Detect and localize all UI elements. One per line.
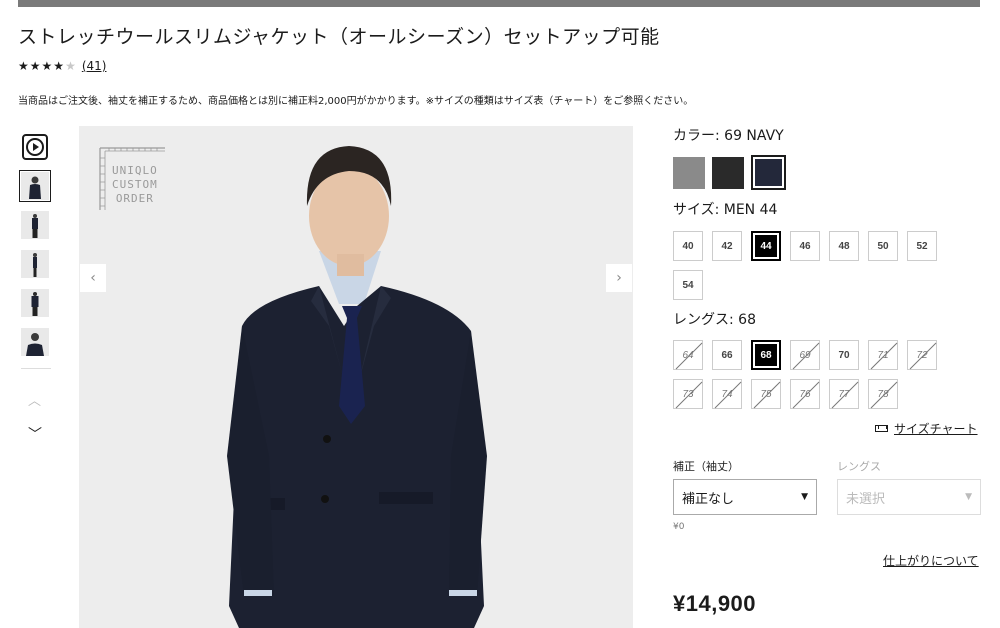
length-alteration-label: レングス [837,460,881,473]
length-option-74[interactable]: 74 [712,379,742,409]
thumbnail-front[interactable] [19,170,51,202]
thumbnail-image [21,250,49,278]
color-swatch-navy[interactable] [751,155,786,190]
thumbnail-image [21,328,49,356]
star-icon: ★ [53,59,65,73]
thumbnail-closeup[interactable] [19,326,51,358]
thumbnail-up-icon[interactable]: ︿ [28,390,41,409]
size-option-52[interactable]: 52 [907,231,937,261]
length-option-73[interactable]: 73 [673,379,703,409]
video-thumbnail[interactable] [19,131,51,163]
length-option-68[interactable]: 68 [751,340,781,370]
chevron-down-icon: ▼ [965,492,972,502]
product-title: ストレッチウールスリムジャケット（オールシーズン）セットアップ可能 [18,26,660,48]
rating: ★★★★★ (41) [18,59,106,73]
length-option-72[interactable]: 72 [907,340,937,370]
length-option-71[interactable]: 71 [868,340,898,370]
main-product-image: UNIQLO CUSTOM ORDER [79,126,633,628]
size-label: サイズ: MEN 44 [673,202,778,218]
length-alteration-value: 未選択 [846,491,886,507]
length-option-69[interactable]: 69 [790,340,820,370]
length-option-66[interactable]: 66 [712,340,742,370]
size-option-48[interactable]: 48 [829,231,859,261]
size-option-50[interactable]: 50 [868,231,898,261]
thumbnail-image [21,289,49,317]
ruler-icon [875,425,888,432]
star-icon: ★ [29,59,41,73]
size-option-40[interactable]: 40 [673,231,703,261]
color-swatch-gray[interactable] [673,157,705,189]
thumbnail-image [21,211,49,239]
length-option-64[interactable]: 64 [673,340,703,370]
thumbnail-full-front[interactable] [19,209,51,241]
thumbnail-back[interactable] [19,287,51,319]
star-icon: ★ [18,59,29,73]
prev-image-button[interactable]: ‹ [80,264,106,292]
alteration-fee: ¥0 [673,522,685,532]
size-option-42[interactable]: 42 [712,231,742,261]
play-icon [22,134,48,160]
thumbnail-image [21,172,49,200]
alteration-notice: 当商品はご注文後、袖丈を補正するため、商品価格とは別に補正料2,000円がかかり… [18,96,694,107]
rating-stars: ★★★★★ [18,59,77,73]
length-option-77[interactable]: 77 [829,379,859,409]
sleeve-alteration-label: 補正（袖丈） [673,460,739,473]
size-chart-label: サイズチャート [894,422,978,436]
thumbnail-side[interactable] [19,248,51,280]
length-alteration-select[interactable]: 未選択 ▼ [837,479,981,515]
color-swatch-black[interactable] [712,157,744,189]
price: ¥14,900 [673,591,757,616]
chevron-down-icon: ▼ [801,492,808,502]
color-label: カラー: 69 NAVY [673,128,784,144]
thumbnail-list [19,131,53,365]
thumbnail-down-icon[interactable]: ﹀ [28,424,42,444]
custom-order-logo-text: UNIQLO CUSTOM ORDER [112,164,158,205]
length-label: レングス: 68 [673,312,756,328]
size-option-46[interactable]: 46 [790,231,820,261]
star-icon: ★ [41,59,53,73]
sleeve-alteration-value: 補正なし [682,491,735,507]
length-option-75[interactable]: 75 [751,379,781,409]
length-option-76[interactable]: 76 [790,379,820,409]
length-option-78[interactable]: 78 [868,379,898,409]
size-chart-link[interactable]: サイズチャート [875,420,978,437]
star-empty-icon: ★ [65,59,76,73]
top-bar [18,0,980,7]
size-option-44[interactable]: 44 [751,231,781,261]
sleeve-alteration-select[interactable]: 補正なし ▼ [673,479,817,515]
thumbnail-divider [21,368,51,369]
size-option-54[interactable]: 54 [673,270,703,300]
review-count-link[interactable]: (41) [82,59,107,73]
finish-details-link[interactable]: 仕上がりについて [883,552,979,569]
next-image-button[interactable]: › [606,264,632,292]
length-option-70[interactable]: 70 [829,340,859,370]
